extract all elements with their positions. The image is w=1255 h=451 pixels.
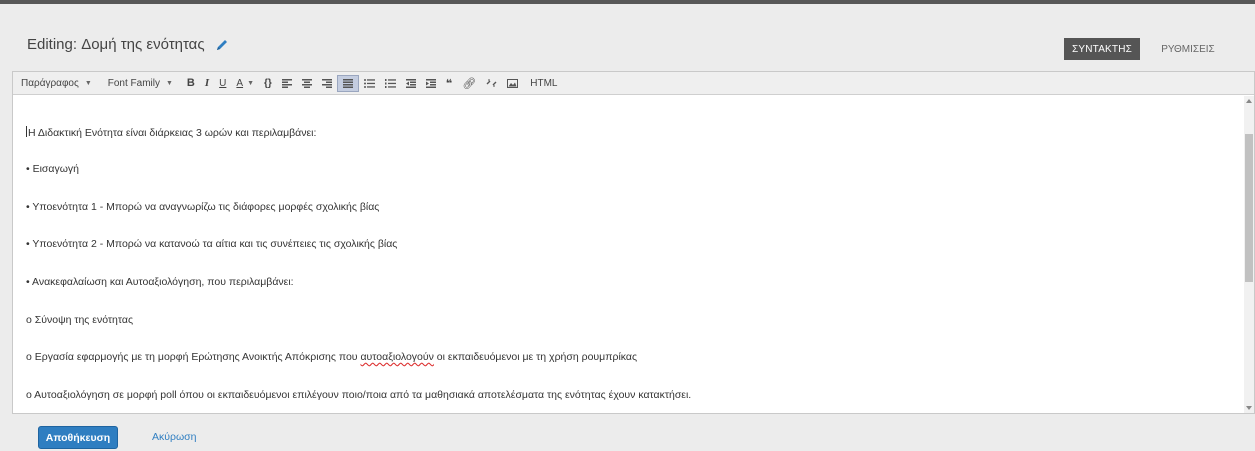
- indent-icon[interactable]: [421, 75, 441, 92]
- align-justify-icon[interactable]: [336, 74, 359, 92]
- text-color-icon[interactable]: A ▼: [231, 75, 259, 92]
- content-line: • Υποενότητα 1 - Μπορώ να αναγνωρίζω τις…: [26, 201, 380, 213]
- content-line: ο Σύνοψη της ενότητας: [26, 314, 134, 326]
- save-button[interactable]: Αποθήκευση: [38, 426, 118, 449]
- vertical-scrollbar[interactable]: [1244, 96, 1254, 413]
- chevron-down-icon: ▼: [84, 79, 92, 87]
- outdent-icon[interactable]: [401, 75, 421, 92]
- numbered-list-icon[interactable]: [380, 75, 401, 92]
- tab-editor[interactable]: ΣΥΝΤΑΚΤΗΣ: [1064, 38, 1140, 60]
- italic-icon[interactable]: I: [200, 75, 214, 92]
- text-cursor: [26, 126, 27, 137]
- cancel-link[interactable]: Ακύρωση: [152, 431, 197, 443]
- editor-toolbar: Παράγραφος ▼ Font Family ▼ B I U A ▼ {} ❝ 🔗…: [13, 72, 1254, 95]
- font-family-label: Font Family: [107, 77, 160, 89]
- blockquote-icon[interactable]: ❝: [441, 75, 457, 92]
- scroll-down-icon[interactable]: [1246, 406, 1252, 410]
- content-line: Η Διδακτική Ενότητα είναι διάρκειας 3 ωρ…: [26, 126, 316, 139]
- content-line-text: οι εκπαιδευόμενοι με τη χρήση ρουμπρίκας: [433, 351, 638, 363]
- paragraph-format-dropdown[interactable]: Παράγραφος ▼: [16, 75, 97, 92]
- html-source-button[interactable]: HTML: [525, 75, 562, 92]
- image-icon[interactable]: [502, 75, 523, 92]
- page-title: Editing: Δομή της ενότητας: [27, 36, 229, 53]
- unlink-icon[interactable]: [481, 75, 502, 92]
- scroll-up-icon[interactable]: [1246, 99, 1252, 103]
- align-center-icon[interactable]: [297, 75, 317, 92]
- content-line-text: ο Εργασία εφαρμογής με τη μορφή Ερώτησης…: [26, 351, 361, 363]
- content-line-text: Η Διδακτική Ενότητα είναι διάρκειας 3 ωρ…: [28, 127, 317, 139]
- pencil-icon[interactable]: [215, 38, 229, 52]
- content-line: • Εισαγωγή: [26, 163, 80, 175]
- bold-icon[interactable]: B: [182, 75, 200, 92]
- tab-settings[interactable]: ΡΥΘΜΙΣΕΙΣ: [1150, 38, 1226, 60]
- misspelled-word[interactable]: αυτοαξιολογούν: [360, 351, 433, 363]
- underline-icon[interactable]: U: [214, 75, 231, 92]
- bullet-list-icon[interactable]: [359, 75, 380, 92]
- content-line: • Υποενότητα 2 - Μπορώ να κατανοώ τα αίτ…: [26, 238, 398, 250]
- align-right-icon[interactable]: [317, 75, 337, 92]
- footer: Αποθήκευση Ακύρωση: [0, 414, 1255, 451]
- scrollbar-thumb[interactable]: [1245, 134, 1253, 282]
- chevron-down-icon: ▼: [165, 79, 173, 87]
- title-text: Editing: Δομή της ενότητας: [27, 36, 205, 53]
- paragraph-format-label: Παράγραφος: [21, 77, 79, 89]
- link-icon[interactable]: 🔗︎: [457, 75, 481, 92]
- editor-panel: Editing: Δομή της ενότητας ΣΥΝΤΑΚΤΗΣ ΡΥΘ…: [0, 0, 1255, 451]
- editor-content[interactable]: Η Διδακτική Ενότητα είναι διάρκειας 3 ωρ…: [13, 96, 1245, 413]
- code-icon[interactable]: {}: [259, 75, 277, 92]
- align-left-icon[interactable]: [277, 75, 297, 92]
- content-line: ο Αυτοαξιολόγηση σε μορφή poll όπου οι ε…: [26, 389, 692, 401]
- rich-text-editor: Παράγραφος ▼ Font Family ▼ B I U A ▼ {} ❝ 🔗…: [12, 71, 1255, 414]
- header: Editing: Δομή της ενότητας ΣΥΝΤΑΚΤΗΣ ΡΥΘ…: [0, 8, 1255, 70]
- font-family-dropdown[interactable]: Font Family ▼: [103, 75, 178, 92]
- content-line: • Ανακεφαλαίωση και Αυτοαξιολόγηση, που …: [26, 276, 294, 288]
- content-line: ο Εργασία εφαρμογής με τη μορφή Ερώτησης…: [26, 351, 637, 363]
